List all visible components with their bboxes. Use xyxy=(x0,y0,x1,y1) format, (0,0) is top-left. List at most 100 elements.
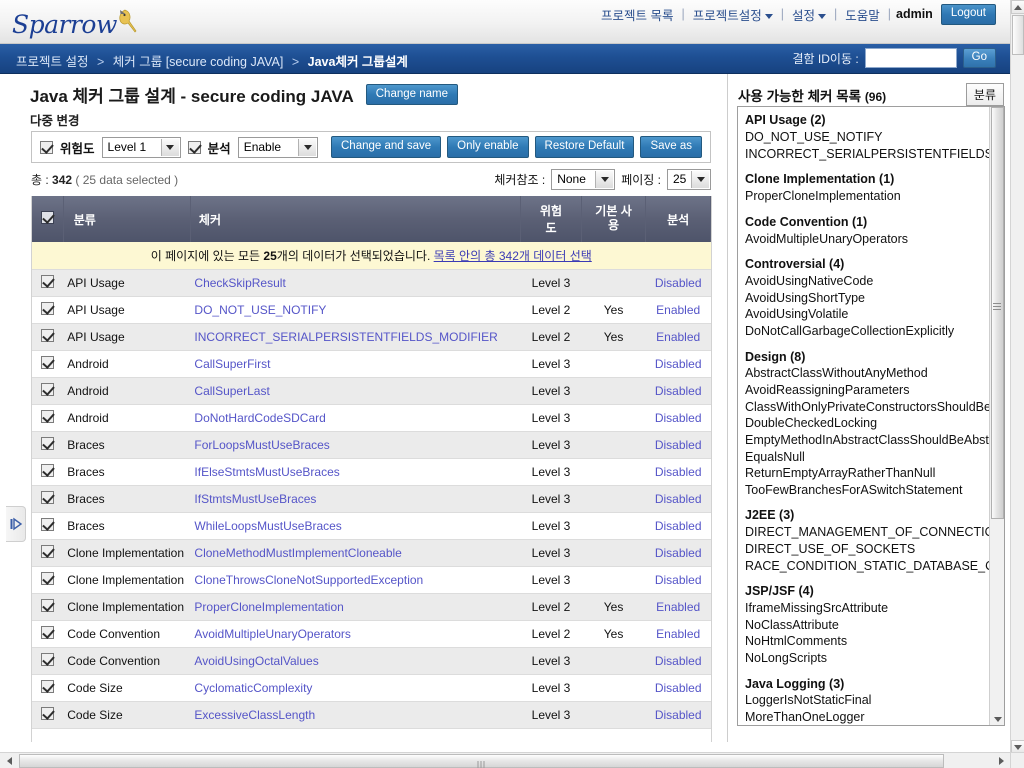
window-horizontal-scrollbar[interactable] xyxy=(0,752,1010,768)
paging-select[interactable]: 25 xyxy=(667,168,711,190)
analysis-toggle-link[interactable]: Disabled xyxy=(655,357,702,371)
analysis-toggle-link[interactable]: Disabled xyxy=(655,384,702,398)
scroll-right-button[interactable] xyxy=(994,754,1008,768)
select-all-checkbox[interactable] xyxy=(40,211,54,224)
checker-group-item[interactable]: DO_NOT_USE_NOTIFY xyxy=(745,129,1004,146)
scroll-down-button[interactable] xyxy=(991,713,1004,725)
checker-group-item[interactable]: AvoidReassigningParameters xyxy=(745,382,1004,399)
checker-group-item[interactable]: AvoidUsingNativeCode xyxy=(745,273,1004,290)
checker-link[interactable]: INCORRECT_SERIALPERSISTENTFIELDS_MODIFIE… xyxy=(194,330,497,344)
analysis-toggle-link[interactable]: Disabled xyxy=(655,708,702,722)
select-all-records-link[interactable]: 목록 안의 총 342개 데이터 선택 xyxy=(434,249,592,263)
nav-help[interactable]: 도움말 xyxy=(838,5,887,24)
change-and-save-button[interactable]: Change and save xyxy=(331,136,442,158)
checker-link[interactable]: CallSuperLast xyxy=(194,384,269,398)
row-checkbox[interactable] xyxy=(41,518,55,531)
save-as-button[interactable]: Save as xyxy=(640,136,702,158)
column-checker[interactable]: 체커 xyxy=(190,196,522,242)
change-name-button[interactable]: Change name xyxy=(365,83,458,106)
row-checkbox[interactable] xyxy=(41,356,55,369)
checker-group-item[interactable]: INCORRECT_SERIALPERSISTENTFIELDS_MODIFIE… xyxy=(745,146,1004,163)
row-checkbox[interactable] xyxy=(41,572,55,585)
analysis-toggle-link[interactable]: Disabled xyxy=(655,465,702,479)
checker-group-item[interactable]: ReturnEmptyArrayRatherThanNull xyxy=(745,465,1004,482)
only-enable-button[interactable]: Only enable xyxy=(447,136,529,158)
window-vertical-scrollbar[interactable] xyxy=(1010,0,1024,754)
go-button[interactable]: Go xyxy=(962,48,996,68)
checker-group-item[interactable]: MoreThanOneLogger xyxy=(745,709,1004,725)
analysis-checkbox[interactable] xyxy=(187,140,201,154)
checker-link[interactable]: DoNotHardCodeSDCard xyxy=(194,411,325,425)
sidebar-collapse-toggle[interactable] xyxy=(6,506,26,542)
nav-project-list[interactable]: 프로젝트 목록 xyxy=(594,5,680,24)
checker-group-item[interactable]: ProperCloneImplementation xyxy=(745,188,1004,205)
checker-link[interactable]: IfStmtsMustUseBraces xyxy=(194,492,316,506)
analysis-select[interactable]: Enable xyxy=(237,136,318,158)
checker-group-item[interactable]: AbstractClassWithoutAnyMethod xyxy=(745,365,1004,382)
analysis-toggle-link[interactable]: Disabled xyxy=(655,654,702,668)
checker-group-item[interactable]: LoggerIsNotStaticFinal xyxy=(745,692,1004,709)
checker-group-item[interactable]: DIRECT_USE_OF_SOCKETS xyxy=(745,541,1004,558)
breadcrumb-project-settings[interactable]: 프로젝트 설정 xyxy=(16,55,88,69)
checker-link[interactable]: ExcessiveClassLength xyxy=(194,708,315,722)
analysis-toggle-link[interactable]: Disabled xyxy=(655,519,702,533)
checker-link[interactable]: CallSuperFirst xyxy=(194,357,270,371)
checker-group-item[interactable]: DoNotCallGarbageCollectionExplicitly xyxy=(745,323,1004,340)
analysis-toggle-link[interactable]: Enabled xyxy=(656,627,700,641)
row-checkbox[interactable] xyxy=(41,680,55,693)
analysis-toggle-link[interactable]: Enabled xyxy=(656,303,700,317)
checker-group-item[interactable]: AvoidMultipleUnaryOperators xyxy=(745,231,1004,248)
checker-link[interactable]: AvoidMultipleUnaryOperators xyxy=(194,627,351,641)
analysis-toggle-link[interactable]: Enabled xyxy=(656,330,700,344)
nav-settings[interactable]: 설정 xyxy=(785,5,833,24)
checker-group-item[interactable]: AvoidUsingVolatile xyxy=(745,306,1004,323)
sort-by-category-button[interactable]: 분류 xyxy=(965,83,1004,106)
row-checkbox[interactable] xyxy=(41,383,55,396)
analysis-toggle-link[interactable]: Disabled xyxy=(655,681,702,695)
horizontal-scrollbar-thumb[interactable] xyxy=(19,754,944,768)
checker-group-item[interactable]: NoLongScripts xyxy=(745,650,1004,667)
checker-link[interactable]: DO_NOT_USE_NOTIFY xyxy=(194,303,326,317)
available-checkers-list[interactable]: API Usage (2) DO_NOT_USE_NOTIFY INCORRECT_… xyxy=(737,106,1005,726)
sparrow-logo[interactable]: Sparrow xyxy=(10,5,150,41)
vertical-scrollbar-thumb[interactable] xyxy=(1012,15,1024,55)
scroll-up-button[interactable] xyxy=(1011,0,1024,14)
column-risk[interactable]: 위험 도 xyxy=(520,196,582,242)
analysis-toggle-link[interactable]: Disabled xyxy=(655,573,702,587)
checker-group-item[interactable]: AvoidUsingShortType xyxy=(745,290,1004,307)
defect-id-input[interactable] xyxy=(864,48,957,68)
checker-group-item[interactable]: IframeMissingSrcAttribute xyxy=(745,600,1004,617)
checker-link[interactable]: WhileLoopsMustUseBraces xyxy=(194,519,341,533)
checker-group-item[interactable]: NoHtmlComments xyxy=(745,633,1004,650)
breadcrumb-checker-group[interactable]: 체커 그룹 [secure coding JAVA] xyxy=(113,55,284,69)
analysis-toggle-link[interactable]: Disabled xyxy=(655,276,702,290)
checker-group-item[interactable]: EmptyMethodInAbstractClassShouldBeAbstra… xyxy=(745,432,1004,449)
row-checkbox[interactable] xyxy=(41,437,55,450)
restore-default-button[interactable]: Restore Default xyxy=(534,136,635,158)
column-analysis[interactable]: 분석 xyxy=(645,196,711,242)
risk-level-select[interactable]: Level 1 xyxy=(101,136,181,158)
checker-group-item[interactable]: RACE_CONDITION_STATIC_DATABASE_CONNECTIO… xyxy=(745,558,1004,575)
row-checkbox[interactable] xyxy=(41,302,55,315)
row-checkbox[interactable] xyxy=(41,707,55,720)
logout-button[interactable]: Logout xyxy=(940,4,996,25)
checker-link[interactable]: CloneMethodMustImplementCloneable xyxy=(194,546,401,560)
checker-link[interactable]: ForLoopsMustUseBraces xyxy=(194,438,329,452)
checker-group-item[interactable]: EqualsNull xyxy=(745,449,1004,466)
checker-group-item[interactable]: DoubleCheckedLocking xyxy=(745,415,1004,432)
column-default-use[interactable]: 기본 사 용 xyxy=(581,196,647,242)
row-checkbox[interactable] xyxy=(41,491,55,504)
checker-link[interactable]: ProperCloneImplementation xyxy=(194,600,343,614)
checker-group-item[interactable]: NoClassAttribute xyxy=(745,617,1004,634)
analysis-toggle-link[interactable]: Disabled xyxy=(655,438,702,452)
checker-link[interactable]: AvoidUsingOctalValues xyxy=(194,654,318,668)
checker-link[interactable]: IfElseStmtsMustUseBraces xyxy=(194,465,339,479)
analysis-toggle-link[interactable]: Disabled xyxy=(655,546,702,560)
checker-link[interactable]: CyclomaticComplexity xyxy=(194,681,312,695)
row-checkbox[interactable] xyxy=(41,464,55,477)
checker-group-item[interactable]: ClassWithOnlyPrivateConstructorsShouldBe… xyxy=(745,399,1004,416)
nav-project-settings[interactable]: 프로젝트설정 xyxy=(686,5,780,24)
scrollbar-thumb[interactable] xyxy=(991,107,1004,519)
column-category[interactable]: 분류 xyxy=(63,196,191,242)
analysis-toggle-link[interactable]: Disabled xyxy=(655,411,702,425)
